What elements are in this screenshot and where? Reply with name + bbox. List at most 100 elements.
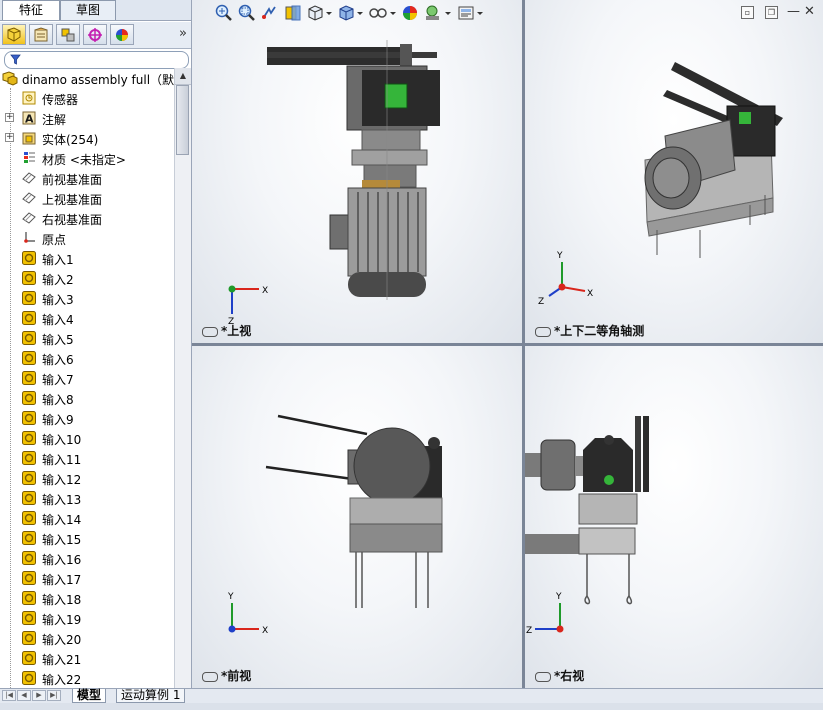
tree-item[interactable]: 输入20 bbox=[0, 628, 174, 648]
view-orientation-icon[interactable] bbox=[306, 3, 334, 23]
hide-show-items-icon[interactable] bbox=[368, 3, 398, 23]
link-views-icon[interactable] bbox=[202, 671, 218, 682]
tree-item[interactable]: 输入5 bbox=[0, 328, 174, 348]
tree-item[interactable]: 输入17 bbox=[0, 568, 174, 588]
link-views-icon[interactable] bbox=[535, 671, 551, 682]
restore-icon[interactable]: ❐ bbox=[765, 6, 778, 19]
axis-z-label: Z bbox=[538, 297, 544, 307]
tree-item[interactable]: 输入22 bbox=[0, 668, 174, 688]
display-manager-icon[interactable] bbox=[110, 24, 134, 45]
tree-item[interactable]: 输入19 bbox=[0, 608, 174, 628]
tree-item[interactable]: 原点 bbox=[0, 228, 174, 248]
solid-bodies-icon bbox=[22, 132, 36, 145]
tree-root-assembly[interactable]: dinamo assembly full（默认 bbox=[0, 68, 174, 88]
prev-tab-icon[interactable]: ◀ bbox=[17, 690, 31, 701]
tree-item[interactable]: 输入2 bbox=[0, 268, 174, 288]
tab-features[interactable]: 特征 bbox=[2, 0, 60, 20]
tree-item[interactable]: 输入18 bbox=[0, 588, 174, 608]
imported-part-icon bbox=[22, 591, 36, 605]
viewport-label-right: *右视 bbox=[535, 667, 584, 684]
plane-icon bbox=[22, 192, 36, 204]
tree-item[interactable]: 输入16 bbox=[0, 548, 174, 568]
apply-scene-icon[interactable] bbox=[423, 3, 453, 23]
scrollbar-thumb[interactable] bbox=[176, 85, 189, 155]
viewport-front[interactable]: Y X *前视 bbox=[192, 346, 522, 688]
next-tab-icon[interactable]: ▶ bbox=[32, 690, 46, 701]
zoom-to-fit-icon[interactable] bbox=[214, 3, 234, 23]
tree-item[interactable]: 输入15 bbox=[0, 528, 174, 548]
tree-item-label: 输入10 bbox=[42, 433, 82, 447]
tree-item[interactable]: 前视基准面 bbox=[0, 168, 174, 188]
expand-plus-icon[interactable]: + bbox=[5, 113, 14, 122]
sensor-icon bbox=[22, 91, 36, 105]
zoom-to-area-icon[interactable] bbox=[237, 3, 257, 23]
tree-item[interactable]: 输入21 bbox=[0, 648, 174, 668]
imported-part-icon bbox=[22, 451, 36, 465]
axis-x-label: X bbox=[262, 286, 268, 296]
graphics-area[interactable]: X Z *上视 Y X Z *上下二等角轴测 Y X *前视 Y Z *右视 ▫… bbox=[192, 0, 823, 688]
tree-item[interactable]: 输入12 bbox=[0, 468, 174, 488]
filter-icon bbox=[10, 54, 21, 65]
axis-origin bbox=[228, 625, 236, 633]
tree-item[interactable]: 输入10 bbox=[0, 428, 174, 448]
tree-item[interactable]: 输入6 bbox=[0, 348, 174, 368]
expand-more-icon[interactable]: » bbox=[179, 26, 187, 41]
material-icon bbox=[24, 152, 35, 163]
tree-filter-input[interactable] bbox=[4, 51, 189, 69]
dimxpert-icon[interactable] bbox=[83, 24, 107, 45]
link-views-icon[interactable] bbox=[202, 326, 218, 337]
imported-part-icon bbox=[22, 531, 36, 545]
tree-scrollbar[interactable]: ▲ bbox=[174, 68, 191, 688]
minimize-icon[interactable]: — bbox=[787, 5, 800, 19]
previous-view-icon[interactable] bbox=[260, 3, 280, 23]
tile-views-icon[interactable]: ▫ bbox=[741, 6, 754, 19]
tab-sketch[interactable]: 草图 bbox=[60, 0, 116, 20]
tree-item-label: 上视基准面 bbox=[42, 193, 103, 207]
viewport-dimetric[interactable]: Y X Z *上下二等角轴测 bbox=[525, 0, 823, 343]
tree-item[interactable]: + 实体(254) bbox=[0, 128, 174, 148]
axis-origin bbox=[558, 283, 566, 291]
link-views-icon[interactable] bbox=[535, 326, 551, 337]
edit-appearance-icon[interactable] bbox=[400, 3, 420, 23]
property-manager-icon[interactable] bbox=[29, 24, 53, 45]
scroll-up-icon[interactable]: ▲ bbox=[175, 68, 191, 85]
tree-item[interactable]: 右视基准面 bbox=[0, 208, 174, 228]
tree-item-label: 输入2 bbox=[42, 273, 74, 287]
display-style-icon[interactable] bbox=[337, 3, 365, 23]
tree-item[interactable]: 输入11 bbox=[0, 448, 174, 468]
imported-part-icon bbox=[22, 411, 36, 425]
tab-model[interactable]: 模型 bbox=[72, 689, 107, 703]
tree-item[interactable]: 材质 <未指定> bbox=[0, 148, 174, 168]
tree-item[interactable]: 传感器 bbox=[0, 88, 174, 108]
tree-item[interactable]: 上视基准面 bbox=[0, 188, 174, 208]
feature-manager-icon[interactable] bbox=[2, 24, 26, 45]
tree-item[interactable]: 输入9 bbox=[0, 408, 174, 428]
viewport-label-top: *上视 bbox=[202, 322, 251, 339]
imported-part-icon bbox=[22, 291, 36, 305]
first-tab-icon[interactable]: |◀ bbox=[2, 690, 16, 701]
tree-item[interactable]: 输入1 bbox=[0, 248, 174, 268]
tree-item[interactable]: 输入3 bbox=[0, 288, 174, 308]
configuration-manager-icon[interactable] bbox=[56, 24, 80, 45]
tree-item[interactable]: 输入7 bbox=[0, 368, 174, 388]
tree-item[interactable]: + A 注解 bbox=[0, 108, 174, 128]
section-view-icon[interactable] bbox=[283, 3, 303, 23]
viewport-right[interactable]: Y Z *右视 bbox=[525, 346, 823, 688]
close-icon[interactable]: ✕ bbox=[803, 5, 816, 19]
imported-part-icon bbox=[22, 391, 36, 405]
tab-motion-study[interactable]: 运动算例 1 bbox=[116, 689, 186, 703]
tree-item-label: 右视基准面 bbox=[42, 213, 103, 227]
axis-origin bbox=[556, 625, 564, 633]
imported-part-icon bbox=[22, 311, 36, 325]
axis-x-label: X bbox=[587, 289, 593, 299]
view-settings-icon[interactable] bbox=[456, 3, 486, 23]
expand-plus-icon[interactable]: + bbox=[5, 133, 14, 142]
tree-item[interactable]: 输入8 bbox=[0, 388, 174, 408]
tree-item-label: 输入12 bbox=[42, 473, 82, 487]
last-tab-icon[interactable]: ▶| bbox=[47, 690, 61, 701]
tree-item[interactable]: 输入4 bbox=[0, 308, 174, 328]
viewport-top[interactable]: X Z *上视 bbox=[192, 0, 522, 343]
tree-item[interactable]: 输入14 bbox=[0, 508, 174, 528]
tree-item[interactable]: 输入13 bbox=[0, 488, 174, 508]
imported-part-icon bbox=[22, 351, 36, 365]
